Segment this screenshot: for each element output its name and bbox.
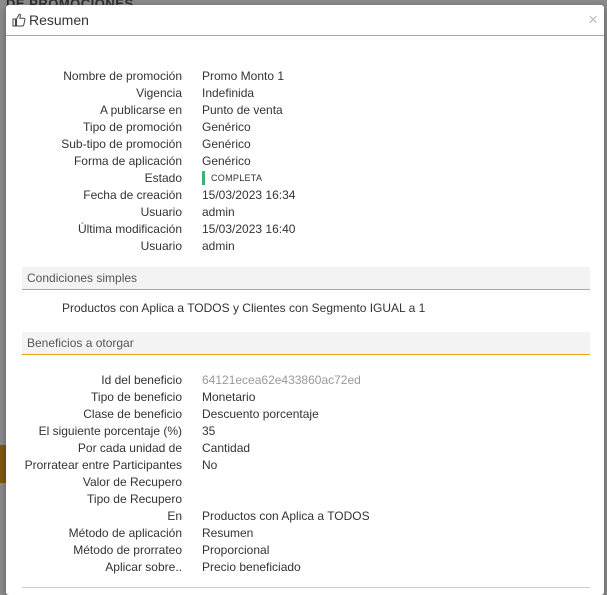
summary-row-vigencia: Vigencia Indefinida [6, 84, 604, 101]
benefit-value: Cantidad [202, 440, 251, 455]
status-badge: COMPLETA [202, 170, 262, 185]
summary-row-tipo: Tipo de promoción Genérico [6, 118, 604, 135]
benefit-row-porcentaje: El siguiente porcentaje (%) 35 [6, 422, 604, 439]
benefit-key: El siguiente porcentaje (%) [38, 423, 182, 438]
benefit-row-aplicar-sobre: Aplicar sobre.. Precio beneficiado [6, 558, 604, 575]
summary-row-forma: Forma de aplicación Genérico [6, 152, 604, 169]
summary-value: Punto de venta [202, 102, 283, 117]
summary-key: Vigencia [136, 85, 182, 100]
benefit-row-clase: Clase de beneficio Descuento porcentaje [6, 405, 604, 422]
summary-row-usuario-modificacion: Usuario admin [6, 237, 604, 254]
summary-value: admin [202, 238, 235, 253]
benefit-key: Valor de Recupero [82, 474, 182, 489]
benefit-row-tipo-recupero: Tipo de Recupero [6, 490, 604, 507]
benefit-row-metodo-aplicacion: Método de aplicación Resumen [6, 524, 604, 541]
benefit-row-metodo-prorrateo: Método de prorrateo Proporcional [6, 541, 604, 558]
benefit-key: En [167, 508, 182, 523]
summary-table: Nombre de promoción Promo Monto 1 Vigenc… [6, 67, 604, 254]
summary-value: 15/03/2023 16:40 [202, 221, 296, 236]
section-title: Beneficios a otorgar [27, 336, 134, 350]
close-icon[interactable]: × [588, 11, 598, 28]
summary-key: Usuario [140, 204, 182, 219]
benefit-value: No [202, 457, 218, 472]
summary-key: Nombre de promoción [63, 68, 182, 83]
benefit-value: Descuento porcentaje [202, 406, 319, 421]
summary-key: Usuario [140, 238, 182, 253]
section-title: Condiciones simples [27, 271, 138, 285]
summary-row-usuario-creacion: Usuario admin [6, 203, 604, 220]
summary-row-fecha-creacion: Fecha de creación 15/03/2023 16:34 [6, 186, 604, 203]
benefit-value: Proporcional [202, 542, 270, 557]
summary-value: Promo Monto 1 [202, 68, 285, 83]
summary-row-subtipo: Sub-tipo de promoción Genérico [6, 135, 604, 152]
benefit-key: Tipo de Recupero [87, 491, 182, 506]
benefit-row-unidad: Por cada unidad de Cantidad [6, 439, 604, 456]
benefit-key: Id del beneficio [101, 372, 182, 387]
benefit-key: Aplicar sobre.. [105, 559, 182, 574]
modal-header: Resumen × [6, 5, 604, 36]
summary-value: 15/03/2023 16:34 [202, 187, 296, 202]
benefit-key: Tipo de beneficio [91, 389, 182, 404]
summary-key: Sub-tipo de promoción [61, 136, 182, 151]
summary-key: Fecha de creación [83, 187, 182, 202]
benefit-value: Resumen [202, 525, 254, 540]
modal-title: Resumen [29, 12, 89, 28]
summary-row-nombre: Nombre de promoción Promo Monto 1 [6, 67, 604, 84]
modal-footer-divider [22, 587, 590, 588]
summary-modal: Resumen × Nombre de promoción Promo Mont… [6, 5, 604, 595]
benefit-key: Clase de beneficio [83, 406, 182, 421]
benefit-row-id: Id del beneficio 64121ecea62e433860ac72e… [6, 371, 604, 388]
benefit-value: 35 [202, 423, 216, 438]
summary-value: Indefinida [202, 85, 255, 100]
benefit-row-tipo: Tipo de beneficio Monetario [6, 388, 604, 405]
summary-value: admin [202, 204, 235, 219]
benefit-value: Precio beneficiado [202, 559, 301, 574]
benefit-value: Monetario [202, 389, 256, 404]
conditions-text: Productos con Aplica a TODOS y Clientes … [62, 301, 426, 315]
benefit-key: Prorratear entre Participantes [24, 457, 182, 472]
summary-key: A publicarse en [99, 102, 182, 117]
summary-value: Genérico [202, 136, 251, 151]
thumbs-up-icon [12, 13, 26, 27]
summary-row-estado: Estado COMPLETA [6, 169, 604, 186]
benefit-row-en: En Productos con Aplica a TODOS [6, 507, 604, 524]
benefit-key: Método de aplicación [68, 525, 182, 540]
benefit-key: Por cada unidad de [77, 440, 182, 455]
summary-value: Genérico [202, 153, 251, 168]
benefit-id-value: 64121ecea62e433860ac72ed [202, 372, 361, 387]
summary-key: Estado [144, 170, 182, 185]
benefit-row-prorratear: Prorratear entre Participantes No [6, 456, 604, 473]
benefit-value: Productos con Aplica a TODOS [202, 508, 370, 523]
summary-key: Última modificación [77, 221, 182, 236]
summary-value: Genérico [202, 119, 251, 134]
summary-key: Tipo de promoción [83, 119, 182, 134]
benefit-key: Método de prorrateo [73, 542, 182, 557]
summary-key: Forma de aplicación [73, 153, 182, 168]
section-header-conditions: Condiciones simples [22, 267, 590, 290]
summary-row-publicarse: A publicarse en Punto de venta [6, 101, 604, 118]
benefit-row-valor-recupero: Valor de Recupero [6, 473, 604, 490]
benefits-table: Id del beneficio 64121ecea62e433860ac72e… [6, 371, 604, 575]
summary-row-ultima-modificacion: Última modificación 15/03/2023 16:40 [6, 220, 604, 237]
section-header-benefits: Beneficios a otorgar [22, 332, 590, 355]
